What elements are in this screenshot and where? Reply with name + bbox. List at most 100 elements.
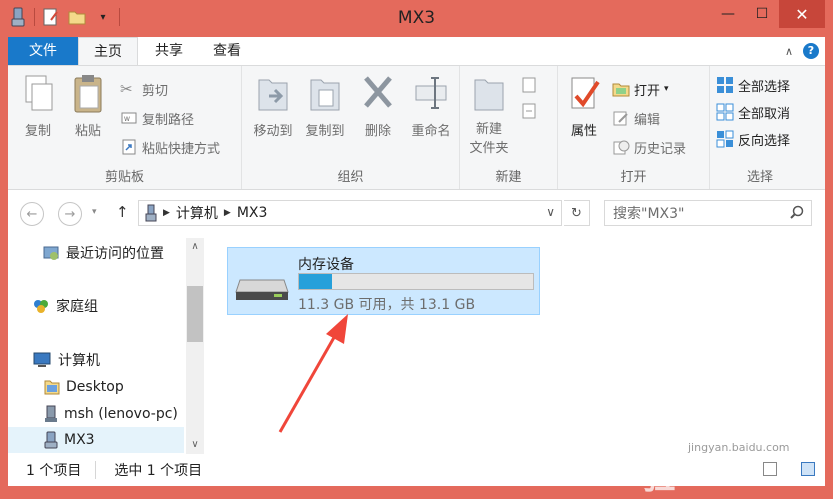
breadcrumb-separator-icon[interactable]: ▶ [224, 208, 231, 218]
paste-shortcut-button[interactable]: 粘贴快捷方式 [120, 136, 220, 158]
paste-label: 粘贴 [74, 124, 101, 139]
nav-item-label: 最近访问的位置 [66, 246, 164, 262]
copy-path-icon: W [121, 112, 137, 124]
nav-item-label: msh (lenovo-pc) [64, 406, 178, 422]
up-arrow-icon[interactable]: ↑ [116, 203, 129, 221]
status-divider [95, 461, 97, 479]
group-organize-label: 组织 [337, 170, 364, 185]
recent-places-icon [43, 246, 59, 260]
delete-button[interactable]: 删除 [356, 72, 400, 139]
nav-item-desktop[interactable]: Desktop [8, 374, 184, 400]
rename-button[interactable]: 重命名 [406, 72, 456, 139]
forward-button[interactable]: → [58, 202, 82, 226]
nav-item-computer[interactable]: 计算机 [8, 347, 184, 373]
open-dropdown-icon[interactable]: ▾ [664, 84, 669, 94]
open-button[interactable]: 打开 ▾ [612, 78, 669, 100]
properties-label: 属性 [570, 124, 597, 139]
group-select: 全部选择 全部取消 反向选择 选择 [710, 66, 810, 189]
open-label: 打开 [634, 83, 661, 99]
maximize-button[interactable]: ☐ [745, 0, 779, 28]
desktop-folder-icon [44, 380, 60, 395]
computer-icon [33, 352, 51, 367]
explorer-window: ▾ MX3 — ☐ ✕ 文件 主页 共享 查看 ∧ ? 复制 粘贴 ✂ 剪切 W… [0, 0, 833, 497]
copy-icon [25, 75, 53, 111]
group-clipboard: 复制 粘贴 ✂ 剪切 W 复制路径 粘贴快捷方式 剪贴板 [8, 66, 242, 189]
easy-access-button[interactable] [520, 100, 538, 122]
drive-icon [235, 279, 289, 300]
tab-file[interactable]: 文件 [8, 37, 78, 65]
nav-item-homegroup[interactable]: 家庭组 [8, 293, 184, 319]
close-button[interactable]: ✕ [779, 0, 825, 28]
breadcrumb-mx3[interactable]: MX3 [237, 205, 268, 221]
homegroup-icon [34, 300, 48, 313]
breadcrumb-separator-icon[interactable]: ▶ [163, 208, 170, 218]
select-none-icon [716, 103, 734, 121]
paste-shortcut-label: 粘贴快捷方式 [142, 141, 221, 157]
select-none-button[interactable]: 全部取消 [716, 101, 790, 123]
annotation-arrow-icon [278, 314, 348, 433]
move-to-button[interactable]: 移动到 [248, 72, 298, 139]
edit-button[interactable]: 编辑 [612, 107, 660, 129]
paste-icon [74, 75, 102, 113]
minimize-button[interactable]: — [711, 0, 745, 28]
ribbon-helpers: ∧ ? [785, 43, 819, 59]
watermark-url: jingyan.baidu.com [688, 441, 790, 454]
address-dropdown-icon[interactable]: ∨ [546, 205, 555, 219]
scroll-thumb[interactable] [187, 286, 203, 342]
tab-share[interactable]: 共享 [140, 37, 198, 65]
drive-tile[interactable]: 内存设备 11.3 GB 可用，共 13.1 GB [227, 247, 540, 315]
collapse-ribbon-icon[interactable]: ∧ [785, 45, 793, 58]
group-new: 新建 文件夹 新建 [460, 66, 558, 189]
search-icon[interactable] [789, 205, 805, 221]
delete-x-icon [364, 76, 392, 108]
new-folder-label: 新建 文件夹 [469, 122, 509, 156]
paste-button[interactable]: 粘贴 [66, 72, 110, 139]
ribbon: 复制 粘贴 ✂ 剪切 W 复制路径 粘贴快捷方式 剪贴板 移动到 复制到 删除 … [8, 65, 825, 190]
address-row: ← → ▾ ↑ ▶ 计算机 ▶ MX3 ∨ ↻ 搜索"MX3" [8, 190, 825, 238]
device-icon [44, 431, 58, 449]
folder-icon [474, 79, 504, 111]
open-folder-icon [612, 83, 630, 97]
select-all-button[interactable]: 全部选择 [716, 74, 790, 96]
properties-check-icon [571, 77, 600, 109]
nav-item-msh[interactable]: msh (lenovo-pc) [8, 401, 184, 427]
easy-access-icon [522, 103, 536, 119]
back-arrow-icon: ← [26, 206, 38, 222]
history-icon [613, 140, 630, 155]
back-button[interactable]: ← [20, 202, 44, 226]
address-bar[interactable]: ▶ 计算机 ▶ MX3 ∨ [138, 200, 562, 226]
nav-item-label: Desktop [66, 379, 124, 395]
rename-icon [415, 77, 447, 109]
paste-shortcut-icon [122, 139, 136, 155]
history-button[interactable]: 历史记录 [612, 136, 686, 158]
new-item-button[interactable] [520, 74, 538, 96]
window-title: MX3 [397, 8, 436, 28]
tab-home[interactable]: 主页 [78, 37, 138, 65]
status-item-count: 1 个项目 [26, 463, 82, 479]
properties-button[interactable]: 属性 [564, 72, 604, 139]
ribbon-tabs: 文件 主页 共享 查看 ∧ ? [8, 37, 825, 65]
new-folder-button[interactable]: 新建 文件夹 [464, 72, 514, 158]
window-controls: — ☐ ✕ [711, 0, 825, 28]
copy-to-icon [310, 79, 340, 111]
recent-locations-icon[interactable]: ▾ [92, 207, 97, 217]
refresh-button[interactable]: ↻ [564, 200, 590, 226]
edit-label: 编辑 [634, 112, 661, 128]
tab-view[interactable]: 查看 [198, 37, 256, 65]
copy-to-button[interactable]: 复制到 [300, 72, 350, 139]
nav-item-mx3[interactable]: MX3 [8, 427, 184, 453]
nav-item-recent[interactable]: 最近访问的位置 [8, 240, 184, 266]
copy-path-label: 复制路径 [142, 112, 195, 128]
copy-path-button[interactable]: W 复制路径 [120, 107, 194, 129]
nav-scrollbar[interactable]: ∧ ∨ [186, 238, 204, 454]
drive-usage-bar [298, 273, 534, 290]
select-all-icon [717, 77, 733, 93]
copy-button[interactable]: 复制 [16, 72, 60, 139]
invert-selection-button[interactable]: 反向选择 [716, 128, 790, 150]
cut-button[interactable]: ✂ 剪切 [120, 78, 168, 100]
search-input[interactable]: 搜索"MX3" [604, 200, 812, 226]
scroll-up-icon[interactable]: ∧ [186, 238, 204, 256]
help-icon[interactable]: ? [803, 43, 819, 59]
breadcrumb-computer[interactable]: 计算机 [176, 203, 218, 223]
scroll-down-icon[interactable]: ∨ [186, 436, 204, 454]
